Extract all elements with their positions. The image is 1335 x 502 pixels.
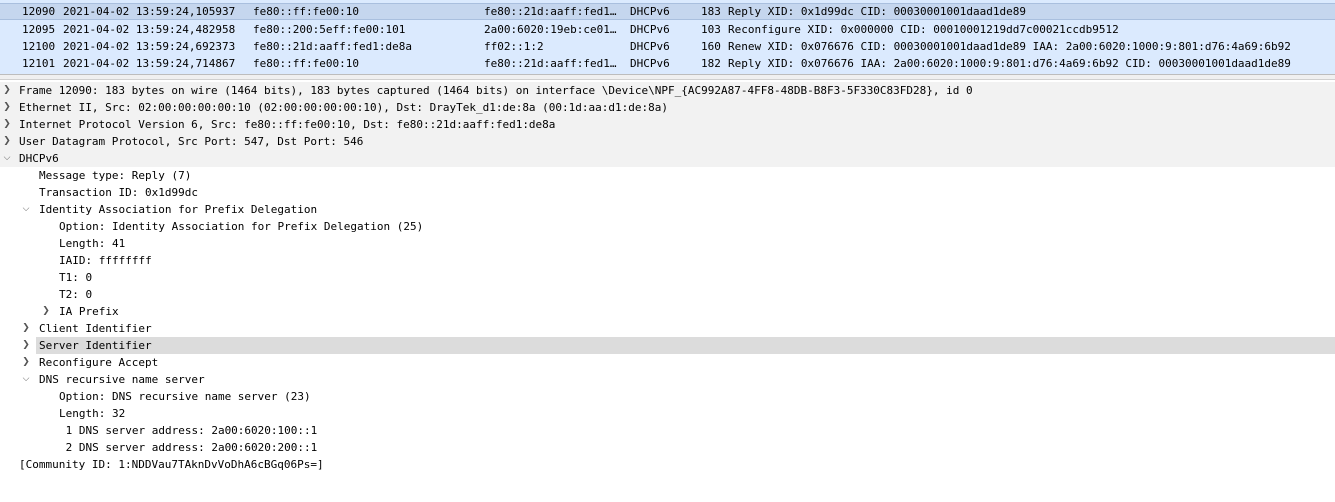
packet-length: 183 (701, 5, 721, 18)
tree-item-dns-option[interactable]: Option: DNS recursive name server (23) (0, 388, 1335, 405)
packet-no: 12100 (22, 40, 56, 53)
tree-item-dns-server-1[interactable]: 1 DNS server address: 2a00:6020:100::1 (0, 422, 1335, 439)
chevron-down-icon[interactable]: ⌵ (20, 201, 32, 218)
tree-item-udp[interactable]: ❯ User Datagram Protocol, Src Port: 547,… (0, 133, 1335, 150)
packet-source: fe80::ff:fe00:10 (253, 57, 359, 70)
packet-time: 2021-04-02 13:59:24,714867 (63, 57, 236, 70)
chevron-right-icon[interactable]: ❯ (1, 82, 13, 99)
packet-time: 2021-04-02 13:59:24,482958 (63, 23, 236, 36)
tree-item-label: Option: DNS recursive name server (23) (59, 390, 311, 403)
packet-info: Reply XID: 0x1d99dc CID: 00030001001daad… (728, 5, 1027, 18)
tree-item-dns-server-2[interactable]: 2 DNS server address: 2a00:6020:200::1 (0, 439, 1335, 456)
tree-item-dns[interactable]: ⌵ DNS recursive name server (0, 371, 1335, 388)
chevron-right-icon[interactable]: ❯ (1, 133, 13, 150)
tree-item-label: Length: 41 (59, 237, 126, 250)
packet-list[interactable]: 12090 2021-04-02 13:59:24,105937 fe80::f… (0, 0, 1335, 74)
packet-no: 12101 (22, 57, 56, 70)
chevron-right-icon[interactable]: ❯ (20, 320, 32, 337)
packet-row-12100[interactable]: 12100 2021-04-02 13:59:24,692373 fe80::2… (0, 38, 1335, 55)
packet-details-tree[interactable]: ❯ Frame 12090: 183 bytes on wire (1464 b… (0, 80, 1335, 502)
tree-item-label: Ethernet II, Src: 02:00:00:00:00:10 (02:… (19, 101, 669, 114)
packet-info: Renew XID: 0x076676 CID: 00030001001daad… (728, 40, 1291, 53)
packet-protocol: DHCPv6 (630, 57, 670, 70)
packet-info: Reply XID: 0x076676 IAA: 2a00:6020:1000:… (728, 57, 1291, 70)
packet-protocol: DHCPv6 (630, 5, 670, 18)
packet-source: fe80::21d:aaff:fed1:de8a (253, 40, 412, 53)
packet-info: Reconfigure XID: 0x000000 CID: 000100012… (728, 23, 1119, 36)
tree-item-transaction-id[interactable]: Transaction ID: 0x1d99dc (0, 184, 1335, 201)
packet-destination: 2a00:6020:19eb:ce01… (484, 23, 617, 36)
packet-destination: fe80::21d:aaff:fed1… (484, 57, 617, 70)
packet-row-12101[interactable]: 12101 2021-04-02 13:59:24,714867 fe80::f… (0, 55, 1335, 72)
tree-item-server-identifier[interactable]: ❯ Server Identifier (0, 337, 1335, 354)
chevron-down-icon[interactable]: ⌵ (1, 150, 13, 167)
tree-item-ia-pd-option[interactable]: Option: Identity Association for Prefix … (0, 218, 1335, 235)
chevron-right-icon[interactable]: ❯ (1, 99, 13, 116)
chevron-right-icon[interactable]: ❯ (20, 354, 32, 371)
packet-protocol: DHCPv6 (630, 23, 670, 36)
tree-item-label: User Datagram Protocol, Src Port: 547, D… (19, 135, 364, 148)
packet-time: 2021-04-02 13:59:24,692373 (63, 40, 236, 53)
tree-item-label: Message type: Reply (7) (39, 169, 192, 182)
chevron-down-icon[interactable]: ⌵ (20, 371, 32, 388)
tree-item-label: IA Prefix (59, 305, 119, 318)
packet-length: 103 (701, 23, 721, 36)
tree-item-label: IAID: ffffffff (59, 254, 152, 267)
tree-item-label: 1 DNS server address: 2a00:6020:100::1 (59, 424, 318, 437)
tree-item-label: Option: Identity Association for Prefix … (59, 220, 424, 233)
tree-item-t1[interactable]: T1: 0 (0, 269, 1335, 286)
tree-item-label: DHCPv6 (19, 152, 59, 165)
packet-destination: fe80::21d:aaff:fed1… (484, 5, 617, 18)
packet-no: 12090 (22, 5, 56, 18)
packet-source: fe80::200:5eff:fe00:101 (253, 23, 406, 36)
tree-item-iaid[interactable]: IAID: ffffffff (0, 252, 1335, 269)
packet-row-12090[interactable]: 12090 2021-04-02 13:59:24,105937 fe80::f… (0, 3, 1335, 20)
tree-item-dhcpv6[interactable]: ⌵ DHCPv6 (0, 150, 1335, 167)
packet-source: fe80::ff:fe00:10 (253, 5, 359, 18)
tree-item-label: Frame 12090: 183 bytes on wire (1464 bit… (19, 84, 973, 97)
tree-item-label: Transaction ID: 0x1d99dc (39, 186, 198, 199)
tree-item-label: T2: 0 (59, 288, 93, 301)
chevron-right-icon[interactable]: ❯ (1, 116, 13, 133)
tree-item-ethernet[interactable]: ❯ Ethernet II, Src: 02:00:00:00:00:10 (0… (0, 99, 1335, 116)
packet-no: 12095 (22, 23, 56, 36)
tree-item-label: Identity Association for Prefix Delegati… (39, 203, 318, 216)
chevron-right-icon[interactable]: ❯ (20, 337, 32, 354)
packet-length: 160 (701, 40, 721, 53)
tree-item-client-identifier[interactable]: ❯ Client Identifier (0, 320, 1335, 337)
tree-item-label: Length: 32 (59, 407, 126, 420)
tree-item-message-type[interactable]: Message type: Reply (7) (0, 167, 1335, 184)
tree-item-label: Server Identifier (39, 339, 152, 352)
packet-length: 182 (701, 57, 721, 70)
tree-item-reconfigure-accept[interactable]: ❯ Reconfigure Accept (0, 354, 1335, 371)
packet-destination: ff02::1:2 (484, 40, 544, 53)
tree-item-ipv6[interactable]: ❯ Internet Protocol Version 6, Src: fe80… (0, 116, 1335, 133)
tree-item-label: T1: 0 (59, 271, 93, 284)
tree-item-label: Reconfigure Accept (39, 356, 159, 369)
tree-item-label: 2 DNS server address: 2a00:6020:200::1 (59, 441, 318, 454)
packet-time: 2021-04-02 13:59:24,105937 (63, 5, 236, 18)
tree-item-t2[interactable]: T2: 0 (0, 286, 1335, 303)
tree-item-label: Internet Protocol Version 6, Src: fe80::… (19, 118, 556, 131)
packet-row-12095[interactable]: 12095 2021-04-02 13:59:24,482958 fe80::2… (0, 21, 1335, 38)
tree-item-community-id[interactable]: [Community ID: 1:NDDVau7TAknDvVoDhA6cBGq… (0, 456, 1335, 473)
tree-item-label: [Community ID: 1:NDDVau7TAknDvVoDhA6cBGq… (19, 458, 324, 471)
chevron-right-icon[interactable]: ❯ (40, 303, 52, 320)
tree-item-ia-pd[interactable]: ⌵ Identity Association for Prefix Delega… (0, 201, 1335, 218)
tree-item-frame[interactable]: ❯ Frame 12090: 183 bytes on wire (1464 b… (0, 82, 1335, 99)
tree-item-label: DNS recursive name server (39, 373, 205, 386)
tree-item-label: Client Identifier (39, 322, 152, 335)
packet-protocol: DHCPv6 (630, 40, 670, 53)
tree-item-ia-prefix[interactable]: ❯ IA Prefix (0, 303, 1335, 320)
tree-item-dns-length[interactable]: Length: 32 (0, 405, 1335, 422)
tree-item-ia-pd-length[interactable]: Length: 41 (0, 235, 1335, 252)
